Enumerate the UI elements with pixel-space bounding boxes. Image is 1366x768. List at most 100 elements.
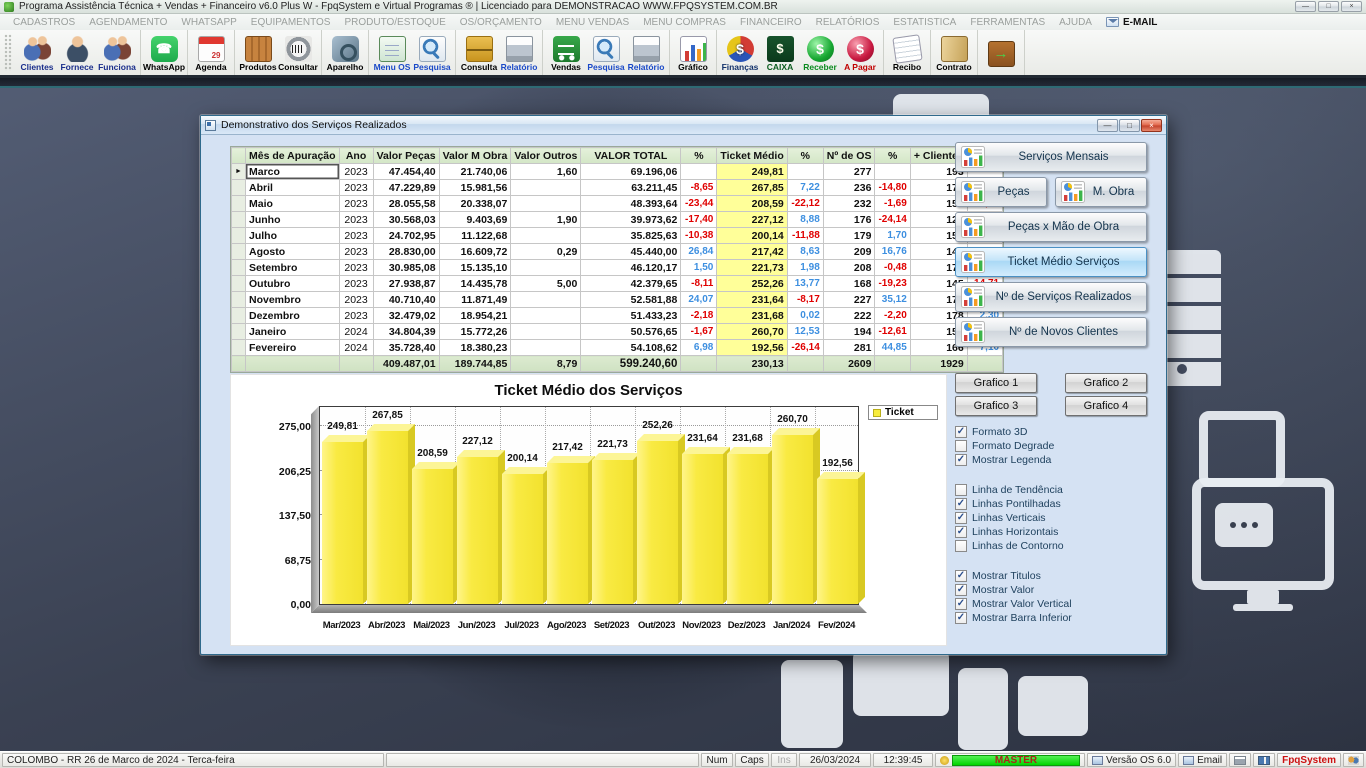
cell-ticket[interactable]: 249,81 bbox=[717, 164, 787, 180]
cell-pct_ticket[interactable]: -8,17 bbox=[787, 292, 823, 308]
cell-pct_os[interactable]: 16,76 bbox=[875, 244, 910, 260]
table-row[interactable]: Novembro202340.710,4011.871,4952.581,882… bbox=[232, 292, 1003, 308]
cell-pct_os[interactable]: -1,69 bbox=[875, 196, 910, 212]
status-users-button[interactable] bbox=[1343, 753, 1364, 767]
column-header-ticket[interactable]: Ticket Médio bbox=[717, 148, 787, 164]
toolbar-pesquisa2[interactable]: Pesquisa bbox=[586, 34, 626, 72]
cell-outros[interactable] bbox=[511, 196, 581, 212]
cell-month[interactable]: Marco bbox=[246, 164, 340, 180]
cell-pct_ticket[interactable] bbox=[787, 164, 823, 180]
menu-item-os-or-amento[interactable]: OS/ORÇAMENTO bbox=[453, 17, 549, 28]
status-printer-button[interactable] bbox=[1229, 753, 1251, 767]
checkbox-box[interactable]: ✓ bbox=[955, 512, 967, 524]
grafico-button-4[interactable]: Grafico 4 bbox=[1065, 396, 1147, 416]
table-row[interactable]: Fevereiro202435.728,4018.380,2354.108,62… bbox=[232, 340, 1003, 356]
cell-pct_os[interactable]: 44,85 bbox=[875, 340, 910, 356]
cell-pct_total[interactable]: 6,98 bbox=[681, 340, 717, 356]
cell-month[interactable]: Outubro bbox=[246, 276, 340, 292]
cell-pct_ticket[interactable]: 1,98 bbox=[787, 260, 823, 276]
app-minimize-button[interactable]: — bbox=[1295, 1, 1316, 12]
cell-ticket[interactable]: 260,70 bbox=[717, 324, 787, 340]
cell-ano[interactable]: 2023 bbox=[339, 260, 373, 276]
cell-ticket[interactable]: 267,85 bbox=[717, 180, 787, 196]
cell-pct_total[interactable]: -8,65 bbox=[681, 180, 717, 196]
checkbox-mostrar-valor-vertical[interactable]: ✓Mostrar Valor Vertical bbox=[955, 597, 1147, 611]
toolbar-agenda[interactable]: 29Agenda bbox=[191, 34, 231, 72]
checkbox-linhas-verticais[interactable]: ✓Linhas Verticais bbox=[955, 511, 1147, 525]
cell-month[interactable]: Janeiro bbox=[246, 324, 340, 340]
cell-pecas[interactable]: 47.454,40 bbox=[373, 164, 439, 180]
table-row[interactable]: Julho202324.702,9511.122,6835.825,63-10,… bbox=[232, 228, 1003, 244]
toolbar-consulta[interactable]: Consulta bbox=[459, 34, 499, 72]
cell-month[interactable]: Setembro bbox=[246, 260, 340, 276]
window-minimize-button[interactable]: — bbox=[1097, 119, 1118, 132]
cell-os[interactable]: 209 bbox=[823, 244, 875, 260]
cell-pct_os[interactable]: 35,12 bbox=[875, 292, 910, 308]
cell-outros[interactable] bbox=[511, 228, 581, 244]
cell-pecas[interactable]: 27.938,87 bbox=[373, 276, 439, 292]
cell-pecas[interactable]: 34.804,39 bbox=[373, 324, 439, 340]
nav-button-m-obra[interactable]: M. Obra bbox=[1055, 177, 1147, 207]
cell-pecas[interactable]: 28.830,00 bbox=[373, 244, 439, 260]
cell-pct_total[interactable]: 24,07 bbox=[681, 292, 717, 308]
checkbox-linhas-horizontais[interactable]: ✓Linhas Horizontais bbox=[955, 525, 1147, 539]
checkbox-box[interactable] bbox=[955, 484, 967, 496]
checkbox-box[interactable]: ✓ bbox=[955, 498, 967, 510]
cell-ano[interactable]: 2023 bbox=[339, 196, 373, 212]
checkbox-box[interactable]: ✓ bbox=[955, 454, 967, 466]
cell-sel[interactable] bbox=[232, 260, 246, 276]
cell-pct_os[interactable]: -14,80 bbox=[875, 180, 910, 196]
cell-total[interactable]: 46.120,17 bbox=[581, 260, 681, 276]
toolbar-exit[interactable]: → bbox=[981, 39, 1021, 67]
cell-os[interactable]: 176 bbox=[823, 212, 875, 228]
table-row[interactable]: Abril202347.229,8915.981,5663.211,45-8,6… bbox=[232, 180, 1003, 196]
menu-item-agendamento[interactable]: AGENDAMENTO bbox=[82, 17, 174, 28]
table-row[interactable]: Janeiro202434.804,3915.772,2650.576,65-1… bbox=[232, 324, 1003, 340]
cell-pct_total[interactable]: -8,11 bbox=[681, 276, 717, 292]
column-header-sel[interactable] bbox=[232, 148, 246, 164]
cell-pct_total[interactable]: -2,18 bbox=[681, 308, 717, 324]
menu-item-email[interactable]: E-MAIL bbox=[1099, 17, 1164, 28]
checkbox-box[interactable]: ✓ bbox=[955, 598, 967, 610]
table-row[interactable]: ►Marco202347.454,4021.740,061,6069.196,0… bbox=[232, 164, 1003, 180]
window-maximize-button[interactable]: □ bbox=[1119, 119, 1140, 132]
cell-mobra[interactable]: 18.954,21 bbox=[439, 308, 511, 324]
cell-outros[interactable]: 0,29 bbox=[511, 244, 581, 260]
cell-mobra[interactable]: 20.338,07 bbox=[439, 196, 511, 212]
column-header-pecas[interactable]: Valor Peças bbox=[373, 148, 439, 164]
cell-pecas[interactable]: 30.985,08 bbox=[373, 260, 439, 276]
cell-ano[interactable]: 2023 bbox=[339, 212, 373, 228]
cell-total[interactable]: 50.576,65 bbox=[581, 324, 681, 340]
cell-sel[interactable] bbox=[232, 180, 246, 196]
cell-pct_ticket[interactable]: 12,53 bbox=[787, 324, 823, 340]
toolbar-clientes[interactable]: Clientes bbox=[17, 34, 57, 72]
toolbar-produtos[interactable]: Produtos bbox=[238, 34, 278, 72]
cell-sel[interactable]: ► bbox=[232, 164, 246, 180]
cell-sel[interactable] bbox=[232, 276, 246, 292]
toolbar-apagar[interactable]: $A Pagar bbox=[840, 34, 880, 72]
table-row[interactable]: Dezembro202332.479,0218.954,2151.433,23-… bbox=[232, 308, 1003, 324]
cell-mobra[interactable]: 14.435,78 bbox=[439, 276, 511, 292]
table-row[interactable]: Junho202330.568,039.403,691,9039.973,62-… bbox=[232, 212, 1003, 228]
cell-outros[interactable] bbox=[511, 292, 581, 308]
menu-item-ajuda[interactable]: AJUDA bbox=[1052, 17, 1099, 28]
cell-ticket[interactable]: 200,14 bbox=[717, 228, 787, 244]
checkbox-linhas-pontilhadas[interactable]: ✓Linhas Pontilhadas bbox=[955, 497, 1147, 511]
cell-pecas[interactable]: 32.479,02 bbox=[373, 308, 439, 324]
checkbox-mostrar-legenda[interactable]: ✓Mostrar Legenda bbox=[955, 453, 1147, 467]
cell-pct_ticket[interactable]: -11,88 bbox=[787, 228, 823, 244]
cell-pecas[interactable]: 35.728,40 bbox=[373, 340, 439, 356]
cell-sel[interactable] bbox=[232, 196, 246, 212]
cell-os[interactable]: 168 bbox=[823, 276, 875, 292]
cell-total[interactable]: 51.433,23 bbox=[581, 308, 681, 324]
cell-total[interactable]: 69.196,06 bbox=[581, 164, 681, 180]
cell-mobra[interactable]: 11.122,68 bbox=[439, 228, 511, 244]
cell-total[interactable]: 35.825,63 bbox=[581, 228, 681, 244]
toolbar-recibo[interactable]: Recibo bbox=[887, 34, 927, 72]
cell-pecas[interactable]: 28.055,58 bbox=[373, 196, 439, 212]
cell-os[interactable]: 281 bbox=[823, 340, 875, 356]
table-row[interactable]: Maio202328.055,5820.338,0748.393,64-23,4… bbox=[232, 196, 1003, 212]
cell-sel[interactable] bbox=[232, 340, 246, 356]
checkbox-box[interactable]: ✓ bbox=[955, 612, 967, 624]
cell-sel[interactable] bbox=[232, 212, 246, 228]
